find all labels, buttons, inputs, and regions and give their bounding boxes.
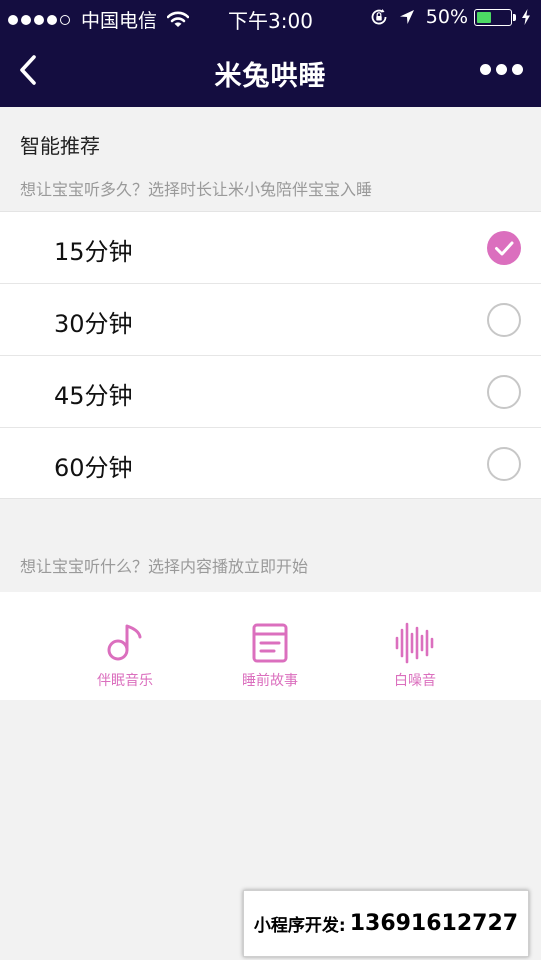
duration-option[interactable]: 30分钟 bbox=[0, 284, 541, 356]
music-note-icon bbox=[107, 624, 142, 661]
wifi-icon bbox=[167, 11, 190, 27]
duration-option[interactable]: 60分钟 bbox=[0, 428, 541, 500]
app-header: 中国电信 下午3:00 50% 米兔哄睡 bbox=[0, 0, 541, 107]
status-bar: 中国电信 下午3:00 50% bbox=[0, 0, 541, 34]
category-label: 白噪音 bbox=[394, 673, 436, 689]
battery-percent: 50% bbox=[425, 6, 468, 28]
signal-dots-icon bbox=[8, 14, 73, 25]
battery-icon bbox=[474, 8, 512, 26]
contact-phone: 13691612727 bbox=[349, 911, 519, 936]
status-right: 50% bbox=[370, 6, 531, 28]
battery-fill bbox=[477, 11, 491, 23]
category-story[interactable]: 睡前故事 bbox=[215, 620, 325, 690]
battery-nub bbox=[513, 13, 516, 21]
back-button[interactable] bbox=[10, 52, 46, 88]
page-title: 米兔哄睡 bbox=[214, 61, 327, 92]
duration-label: 60分钟 bbox=[54, 454, 133, 482]
duration-list: 15分钟 30分钟 45分钟 60分钟 bbox=[0, 211, 541, 499]
orientation-lock-icon bbox=[371, 9, 387, 25]
nav-bar: 米兔哄睡 bbox=[0, 34, 541, 107]
sound-wave-icon bbox=[395, 622, 434, 664]
radio-button[interactable] bbox=[487, 447, 521, 481]
story-book-icon bbox=[252, 623, 288, 663]
contact-banner: 小程序开发: 13691612727 bbox=[243, 890, 529, 957]
duration-label: 30分钟 bbox=[54, 310, 133, 338]
chevron-left-icon bbox=[20, 55, 36, 85]
duration-option[interactable]: 15分钟 bbox=[0, 212, 541, 284]
charging-bolt-icon bbox=[522, 9, 530, 25]
duration-label: 15分钟 bbox=[54, 238, 133, 266]
status-left: 中国电信 bbox=[8, 6, 190, 33]
section-subtitle-content: 想让宝宝听什么？选择内容播放立即开始 bbox=[20, 557, 309, 576]
more-button[interactable] bbox=[475, 64, 523, 75]
category-music[interactable]: 伴眠音乐 bbox=[70, 620, 180, 690]
section-subtitle-duration: 想让宝宝听多久？选择时长让米小兔陪伴宝宝入睡 bbox=[20, 180, 373, 199]
checkmark-icon bbox=[495, 241, 514, 256]
radio-button[interactable] bbox=[487, 303, 521, 337]
carrier-label: 中国电信 bbox=[81, 10, 158, 32]
more-dots-icon bbox=[480, 64, 491, 75]
radio-button[interactable] bbox=[487, 375, 521, 409]
category-label: 睡前故事 bbox=[242, 673, 298, 689]
radio-button[interactable] bbox=[487, 231, 521, 265]
duration-option[interactable]: 45分钟 bbox=[0, 356, 541, 428]
category-white-noise[interactable]: 白噪音 bbox=[360, 620, 470, 690]
contact-label: 小程序开发: bbox=[253, 916, 346, 936]
category-label: 伴眠音乐 bbox=[97, 673, 153, 689]
location-arrow-icon bbox=[399, 10, 414, 24]
section-title-recommend: 智能推荐 bbox=[20, 134, 100, 158]
content-categories: 伴眠音乐 睡前故事 白噪音 bbox=[0, 592, 541, 700]
duration-label: 45分钟 bbox=[54, 382, 133, 410]
